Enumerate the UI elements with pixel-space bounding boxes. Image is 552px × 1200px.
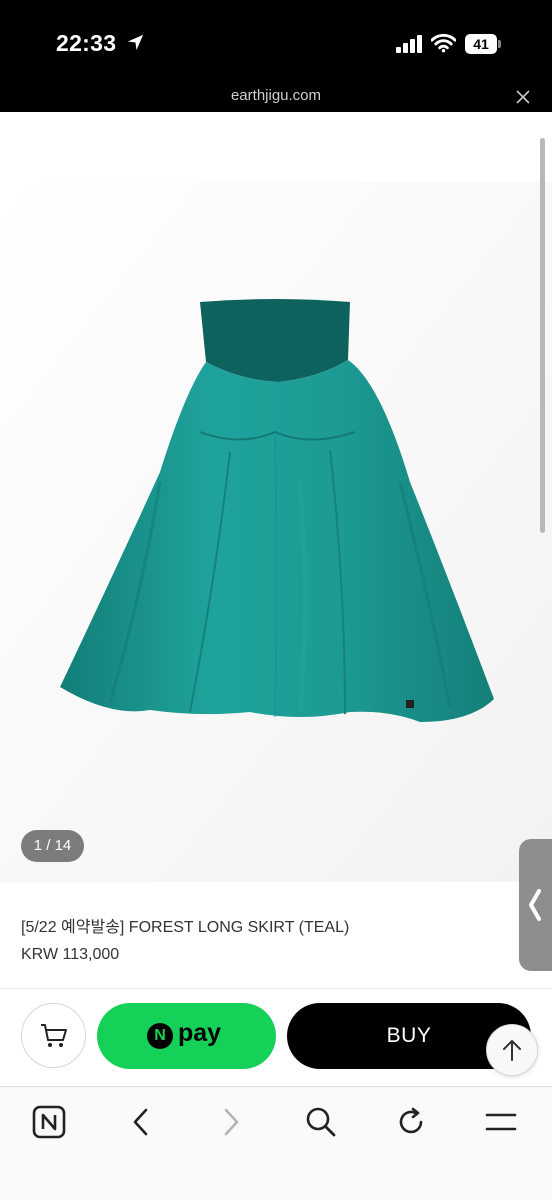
scroll-indicator[interactable]	[540, 138, 545, 533]
browser-toolbar	[0, 1086, 552, 1200]
back-button[interactable]	[124, 1105, 160, 1141]
npay-button[interactable]: N pay	[97, 1003, 276, 1069]
product-title: [5/22 예약발송] FOREST LONG SKIRT (TEAL)	[21, 919, 350, 936]
location-arrow-icon	[127, 34, 144, 51]
forward-icon	[224, 1108, 239, 1136]
wifi-icon	[431, 33, 456, 53]
battery-icon: 41	[465, 34, 501, 54]
top-bar: 22:33 41 earthjigu.com	[0, 0, 552, 112]
arrow-up-icon	[503, 1040, 521, 1061]
chevron-left-icon	[529, 889, 541, 921]
npay-label: pay	[178, 1019, 222, 1047]
forward-button[interactable]	[214, 1105, 250, 1141]
cart-button[interactable]	[21, 1003, 86, 1068]
refresh-button[interactable]	[394, 1105, 430, 1141]
back-icon	[133, 1108, 148, 1136]
naver-home-button[interactable]	[32, 1105, 68, 1141]
page-content: EARTH JIGU 1 /	[0, 112, 552, 988]
npay-badge: N	[147, 1023, 173, 1049]
close-icon[interactable]	[515, 89, 531, 105]
purchase-bar: N pay BUY	[0, 988, 552, 1086]
cart-icon	[41, 1024, 67, 1047]
product-price: KRW 113,000	[21, 946, 120, 963]
menu-button[interactable]	[484, 1105, 520, 1141]
battery-level: 41	[465, 34, 497, 54]
scroll-top-button[interactable]	[486, 1024, 538, 1076]
url-text[interactable]: earthjigu.com	[0, 87, 552, 104]
naver-home-icon	[32, 1105, 66, 1139]
search-button[interactable]	[304, 1105, 340, 1141]
signal-icon	[396, 35, 422, 53]
product-image[interactable]	[0, 182, 552, 882]
menu-icon	[485, 1113, 517, 1131]
side-panel-tab[interactable]	[519, 839, 552, 971]
status-time: 22:33	[56, 30, 117, 56]
image-counter: 1 / 14	[21, 830, 84, 862]
search-icon	[306, 1107, 336, 1137]
refresh-icon	[399, 1107, 423, 1134]
site-logo[interactable]: EARTH JIGU	[34, 112, 159, 116]
